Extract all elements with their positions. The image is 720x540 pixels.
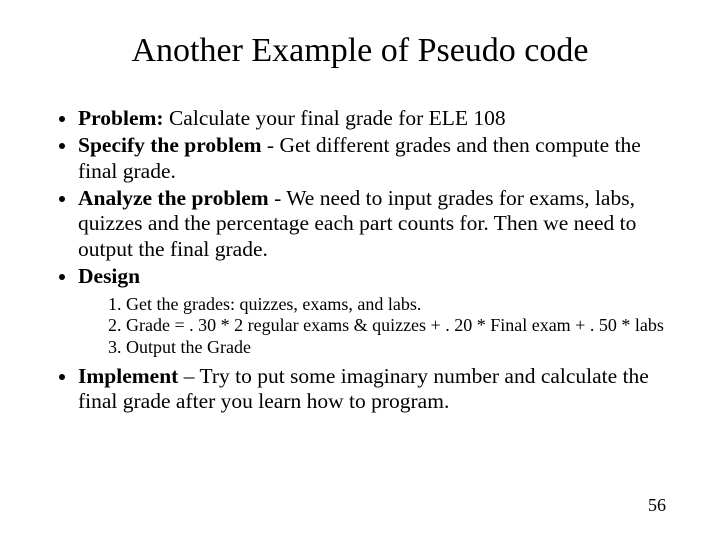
bullet-implement: Implement – Try to put some imaginary nu… [78,364,666,415]
design-step: Grade = . 30 * 2 regular exams & quizzes… [126,315,666,336]
bullet-specify: Specify the problem - Get different grad… [78,133,666,184]
implement-label: Implement [78,364,178,388]
page-number: 56 [648,495,666,516]
bullet-analyze: Analyze the problem - We need to input g… [78,186,666,262]
bullet-design: Design Get the grades: quizzes, exams, a… [78,264,666,357]
problem-label: Problem: [78,106,164,130]
slide: Another Example of Pseudo code Problem: … [0,0,720,540]
design-label: Design [78,264,140,288]
specify-label: Specify the problem [78,133,262,157]
design-step: Output the Grade [126,337,666,358]
bullet-problem: Problem: Calculate your final grade for … [78,106,666,131]
design-steps-list: Get the grades: quizzes, exams, and labs… [78,294,666,358]
design-step: Get the grades: quizzes, exams, and labs… [126,294,666,315]
analyze-label: Analyze the problem [78,186,269,210]
problem-text: Calculate your final grade for ELE 108 [164,106,506,130]
slide-title: Another Example of Pseudo code [54,32,666,70]
main-bullet-list: Problem: Calculate your final grade for … [54,106,666,414]
